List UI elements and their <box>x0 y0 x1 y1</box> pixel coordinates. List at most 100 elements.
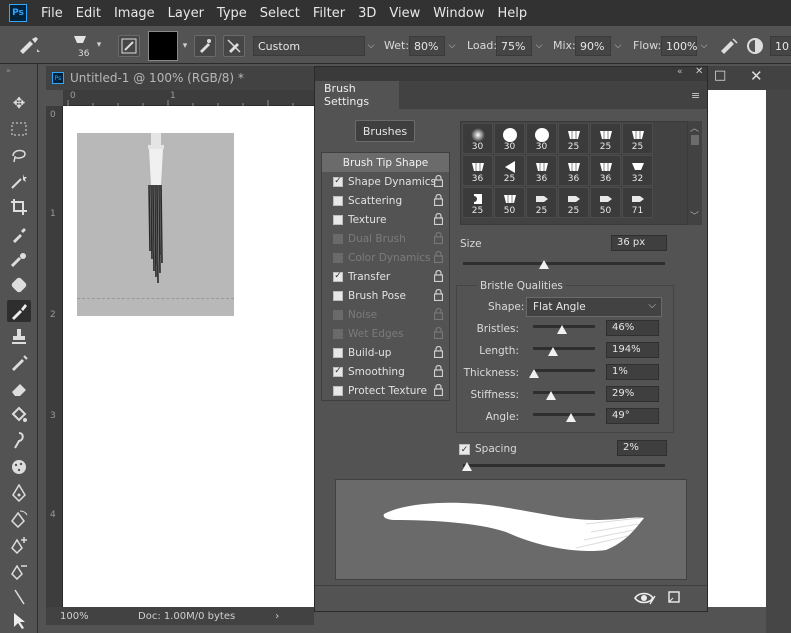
thickness-slider-thumb[interactable] <box>528 369 539 378</box>
sample-all-layers-icon[interactable] <box>745 36 765 56</box>
zoom-level[interactable]: 100% <box>60 611 130 622</box>
spacing-slider-thumb[interactable] <box>462 462 473 471</box>
stiffness-slider-thumb[interactable] <box>545 391 556 400</box>
lock-icon[interactable] <box>433 288 444 302</box>
document-tab[interactable]: Ps Untitled-1 @ 100% (RGB/8) * <box>46 66 314 90</box>
menu-help[interactable]: Help <box>498 6 528 21</box>
option-checkbox[interactable] <box>333 195 343 206</box>
scroll-thumb[interactable] <box>691 135 699 145</box>
brush-option-transfer[interactable]: ✓ Transfer <box>322 267 449 286</box>
angle-slider-thumb[interactable] <box>565 413 576 422</box>
brush-tip-1[interactable]: 30 <box>494 123 525 154</box>
brush-tip-3[interactable]: 25 <box>558 123 589 154</box>
tab-brush-settings[interactable]: Brush Settings <box>315 81 399 109</box>
brush-tip-11[interactable]: 32 <box>622 155 653 186</box>
mix-chevron-icon[interactable]: ⌵ <box>611 36 625 56</box>
option-checkbox[interactable] <box>333 290 343 301</box>
eyedropper-tool-icon[interactable] <box>7 224 31 246</box>
spacing-input[interactable]: 2% <box>617 440 667 456</box>
length-input[interactable]: 194% <box>606 342 659 358</box>
eraser-tool-icon[interactable] <box>7 378 31 400</box>
option-checkbox[interactable]: ✓ <box>333 366 343 377</box>
history-brush-tool-icon[interactable] <box>7 352 31 374</box>
brush-tip-0[interactable]: 30 <box>462 123 493 154</box>
panel-close-icon[interactable]: ✕ <box>695 66 703 77</box>
brush-tip-15[interactable]: 25 <box>558 187 589 218</box>
brush-picker-chevron-icon[interactable]: ▾ <box>92 35 106 55</box>
airbrush-icon[interactable] <box>718 36 740 56</box>
move-tool-icon[interactable]: ✥ <box>7 92 31 114</box>
extra-input[interactable]: 10 <box>770 36 791 56</box>
bristles-slider[interactable] <box>533 325 595 334</box>
flow-chevron-icon[interactable]: ⌵ <box>697 36 711 56</box>
spacing-checkbox[interactable]: ✓ <box>459 444 470 455</box>
create-new-brush-icon[interactable] <box>667 590 681 604</box>
lock-icon[interactable] <box>433 364 444 378</box>
delete-anchor-point-tool-icon[interactable] <box>7 560 31 582</box>
pen-tool-icon[interactable] <box>7 482 31 504</box>
menu-layer[interactable]: Layer <box>168 6 204 21</box>
option-checkbox[interactable] <box>333 214 343 225</box>
sponge-tool-icon[interactable] <box>7 456 31 478</box>
mixer-brush-tool-icon[interactable] <box>16 35 42 55</box>
thickness-input[interactable]: 1% <box>606 364 659 380</box>
brush-tip-9[interactable]: 36 <box>558 155 589 186</box>
smudge-tool-icon[interactable] <box>7 430 31 452</box>
swatch-chevron-icon[interactable]: ▾ <box>178 36 192 56</box>
toggle-live-tip-preview-icon[interactable] <box>634 590 656 606</box>
stiffness-slider[interactable] <box>533 391 595 400</box>
clean-brush-button[interactable] <box>223 35 245 57</box>
brush-tip-grid[interactable]: 30 30 30 25 25 25 36 25 36 36 36 32 25 50 25 25 50 71 <box>460 121 688 225</box>
wet-input[interactable]: 80% <box>409 36 445 56</box>
menu-image[interactable]: Image <box>114 6 155 21</box>
crop-tool-icon[interactable] <box>7 196 31 218</box>
brush-tip-4[interactable]: 25 <box>590 123 621 154</box>
brush-preview-icon[interactable] <box>70 34 90 46</box>
length-slider-thumb[interactable] <box>548 347 559 356</box>
load-brush-button[interactable] <box>194 35 216 57</box>
brush-tip-8[interactable]: 36 <box>526 155 557 186</box>
brush-option-texture[interactable]: Texture <box>322 210 449 229</box>
menu-view[interactable]: View <box>389 6 420 21</box>
brush-tip-14[interactable]: 25 <box>526 187 557 218</box>
bristles-slider-thumb[interactable] <box>556 325 567 334</box>
ruler-vertical[interactable]: 0 1 2 3 4 <box>46 106 63 607</box>
brush-option-scattering[interactable]: Scattering <box>322 191 449 210</box>
path-selection-tool-icon[interactable] <box>7 586 31 608</box>
scroll-up-icon[interactable]: ︿ <box>690 121 699 134</box>
lock-icon[interactable] <box>433 193 444 207</box>
panel-collapse-icon[interactable]: « <box>677 67 683 77</box>
option-checkbox[interactable] <box>333 347 343 358</box>
lasso-tool-icon[interactable] <box>7 144 31 166</box>
brush-tip-13[interactable]: 50 <box>494 187 525 218</box>
direct-selection-tool-icon[interactable] <box>7 610 31 632</box>
lock-icon[interactable] <box>433 174 444 188</box>
option-checkbox[interactable]: ✓ <box>333 271 343 282</box>
status-menu-chevron-icon[interactable]: › <box>275 611 279 622</box>
brush-tip-6[interactable]: 36 <box>462 155 493 186</box>
scroll-down-icon[interactable]: ﹀ <box>690 209 699 222</box>
brush-tip-5[interactable]: 25 <box>622 123 653 154</box>
menu-edit[interactable]: Edit <box>76 6 101 21</box>
brush-tip-10[interactable]: 36 <box>590 155 621 186</box>
preset-chevron-icon[interactable]: ⌵ <box>364 36 378 56</box>
brush-option-smoothing[interactable]: ✓ Smoothing <box>322 362 449 381</box>
spacing-slider[interactable] <box>462 462 665 471</box>
brush-option-build-up[interactable]: Build-up <box>322 343 449 362</box>
brush-tip-12[interactable]: 25 <box>462 187 493 218</box>
blending-preset-select[interactable]: Custom <box>253 36 365 56</box>
freeform-pen-tool-icon[interactable] <box>7 508 31 530</box>
current-load-swatch[interactable] <box>148 31 178 61</box>
mixer-brush-tool-icon[interactable] <box>7 300 31 322</box>
load-input[interactable]: 75% <box>496 36 532 56</box>
spot-healing-tool-icon[interactable] <box>7 274 31 296</box>
angle-slider[interactable] <box>533 413 595 422</box>
brush-option-shape-dynamics[interactable]: ✓ Shape Dynamics <box>322 172 449 191</box>
lock-icon[interactable] <box>433 269 444 283</box>
magic-wand-tool-icon[interactable] <box>7 170 31 192</box>
marquee-tool-icon[interactable] <box>7 118 31 140</box>
option-checkbox[interactable] <box>333 385 343 396</box>
brush-option-brush-tip-shape[interactable]: Brush Tip Shape <box>322 153 449 172</box>
tip-grid-scrollbar[interactable]: ︿ ﹀ <box>688 121 702 225</box>
ruler-horizontal[interactable]: 0 1 <box>63 90 314 106</box>
